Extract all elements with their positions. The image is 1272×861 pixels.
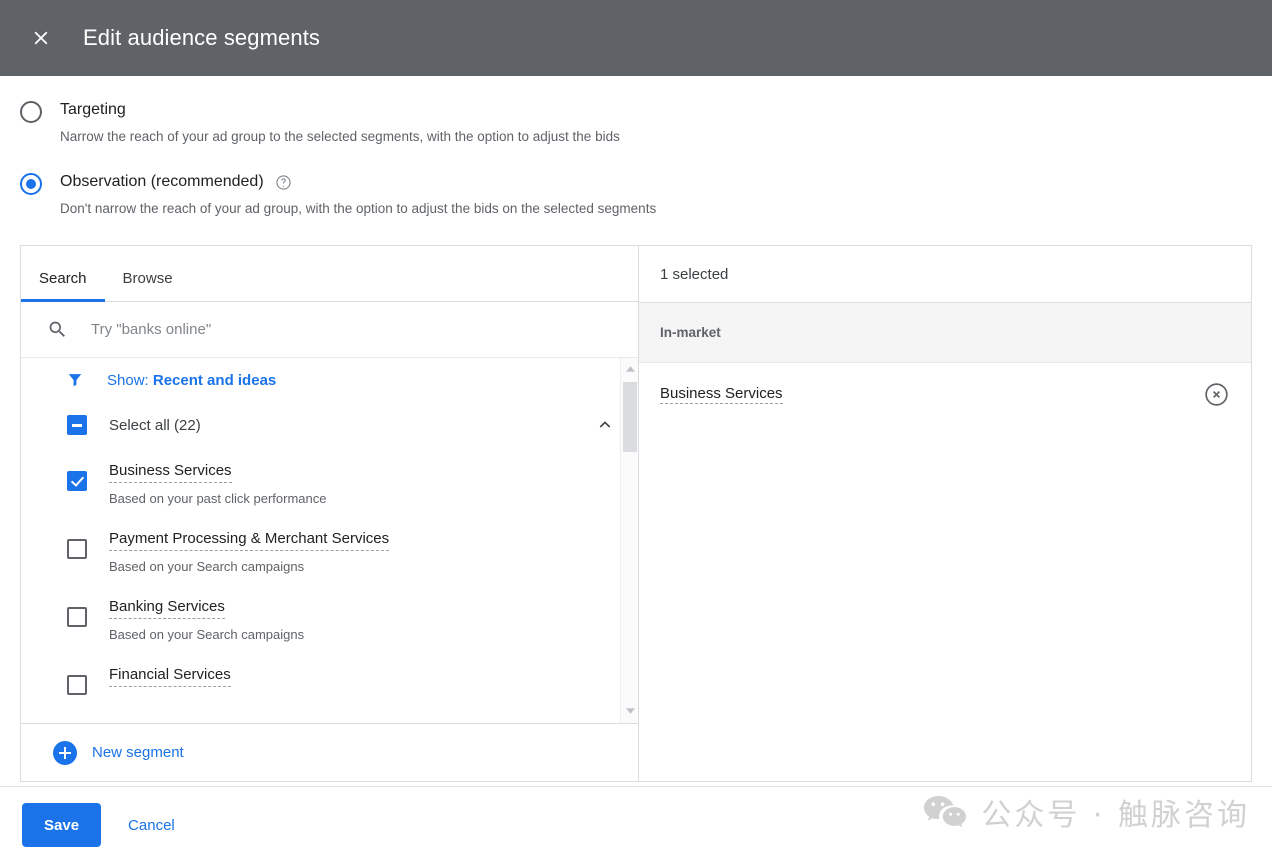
cancel-button[interactable]: Cancel [122, 816, 181, 835]
radio-option-targeting[interactable]: Targeting Narrow the reach of your ad gr… [0, 100, 1272, 146]
list-scrollbar[interactable] [620, 358, 638, 723]
close-icon [34, 31, 48, 45]
new-segment-button[interactable]: New segment [21, 723, 638, 781]
caret-up-icon [625, 366, 635, 372]
segment-texts: Financial Services [109, 665, 231, 687]
radio-label-targeting: Targeting [60, 100, 620, 120]
show-filter-prefix: Show: [107, 371, 149, 389]
watermark: 公众号 · 触脉咨询 [923, 790, 1250, 834]
segment-picker-card: Search Browse Show: [20, 245, 1252, 782]
segment-list-wrapper: Show: Recent and ideas Select all (22) B… [21, 358, 638, 723]
select-all-checkbox[interactable] [67, 415, 87, 435]
segment-name: Financial Services [109, 665, 231, 687]
radio-option-observation[interactable]: Observation (recommended) Don't narrow t… [0, 172, 1272, 218]
new-segment-label: New segment [92, 744, 184, 761]
filter-icon [65, 370, 85, 390]
pane-tabs: Search Browse [21, 246, 638, 302]
tab-search[interactable]: Search [21, 271, 105, 302]
selected-count: 1 selected [639, 246, 1251, 303]
remove-circle-icon [1205, 382, 1228, 406]
segment-list: Show: Recent and ideas Select all (22) B… [21, 358, 638, 723]
radio-label-text-targeting: Targeting [60, 101, 126, 118]
radio-label-text-observation: Observation (recommended) [60, 173, 264, 190]
search-row[interactable] [21, 302, 638, 358]
radio-indicator-targeting[interactable] [20, 101, 42, 123]
list-item[interactable]: Banking Services Based on your Search ca… [21, 586, 638, 654]
segment-checkbox[interactable] [67, 539, 87, 559]
dialog-actions: Save Cancel [22, 803, 181, 847]
segment-checkbox[interactable] [67, 607, 87, 627]
selected-segments-pane: 1 selected In-market Business Services [639, 246, 1251, 781]
scroll-up-button[interactable] [624, 363, 636, 375]
footer-divider [0, 786, 1272, 787]
dialog-header: Edit audience segments [0, 0, 1272, 76]
radio-texts-targeting: Targeting Narrow the reach of your ad gr… [60, 100, 620, 146]
show-filter-value: Recent and ideas [152, 371, 277, 389]
tab-browse[interactable]: Browse [105, 271, 191, 301]
radio-description-observation: Don't narrow the reach of your ad group,… [60, 201, 657, 216]
radio-description-targeting: Narrow the reach of your ad group to the… [60, 129, 620, 144]
segment-texts: Business Services Based on your past cli… [109, 461, 327, 507]
segment-name: Payment Processing & Merchant Services [109, 529, 390, 551]
segment-subtitle: Based on your past click performance [109, 491, 327, 506]
segment-texts: Banking Services Based on your Search ca… [109, 597, 304, 643]
save-button[interactable]: Save [22, 803, 102, 847]
selected-item-row: Business Services [639, 363, 1251, 425]
show-filter-text: Show: Recent and ideas [107, 372, 276, 389]
watermark-text: 公众号 · 触脉咨询 [981, 798, 1250, 833]
plus-circle-icon [53, 740, 77, 765]
caret-down-icon [625, 708, 635, 714]
scrollbar-thumb[interactable] [623, 382, 637, 452]
segment-search-pane: Search Browse Show: [21, 246, 639, 781]
segment-texts: Payment Processing & Merchant Services B… [109, 529, 390, 575]
selected-item-name: Business Services [660, 384, 783, 404]
radio-texts-observation: Observation (recommended) Don't narrow t… [60, 172, 656, 218]
show-filter-row[interactable]: Show: Recent and ideas [21, 360, 638, 400]
collapse-button[interactable] [594, 414, 616, 436]
targeting-mode-group: Targeting Narrow the reach of your ad gr… [0, 76, 1272, 218]
radio-label-observation: Observation (recommended) [60, 172, 656, 192]
search-icon [47, 319, 68, 340]
segment-checkbox[interactable] [67, 675, 87, 695]
search-input[interactable] [89, 320, 493, 339]
radio-indicator-observation[interactable] [20, 173, 42, 195]
scroll-down-button[interactable] [624, 705, 636, 717]
remove-segment-button[interactable] [1203, 381, 1230, 408]
segment-name: Business Services [109, 461, 232, 483]
page-title: Edit audience segments [83, 25, 321, 50]
list-item[interactable]: Financial Services [21, 654, 638, 706]
chevron-up-icon [599, 421, 611, 428]
list-item[interactable]: Business Services Based on your past cli… [21, 450, 638, 518]
segment-checkbox[interactable] [67, 471, 87, 491]
wechat-icon [924, 796, 967, 828]
help-button[interactable] [275, 174, 292, 191]
select-all-row[interactable]: Select all (22) [21, 400, 638, 450]
select-all-label: Select all (22) [109, 416, 201, 434]
segment-subtitle: Based on your Search campaigns [109, 559, 305, 574]
help-circle-icon [275, 174, 291, 190]
list-item[interactable]: Payment Processing & Merchant Services B… [21, 518, 638, 586]
segment-subtitle: Based on your Search campaigns [109, 627, 305, 642]
segment-name: Banking Services [109, 597, 225, 619]
selected-group-header: In-market [639, 303, 1251, 363]
close-button[interactable] [26, 23, 56, 53]
